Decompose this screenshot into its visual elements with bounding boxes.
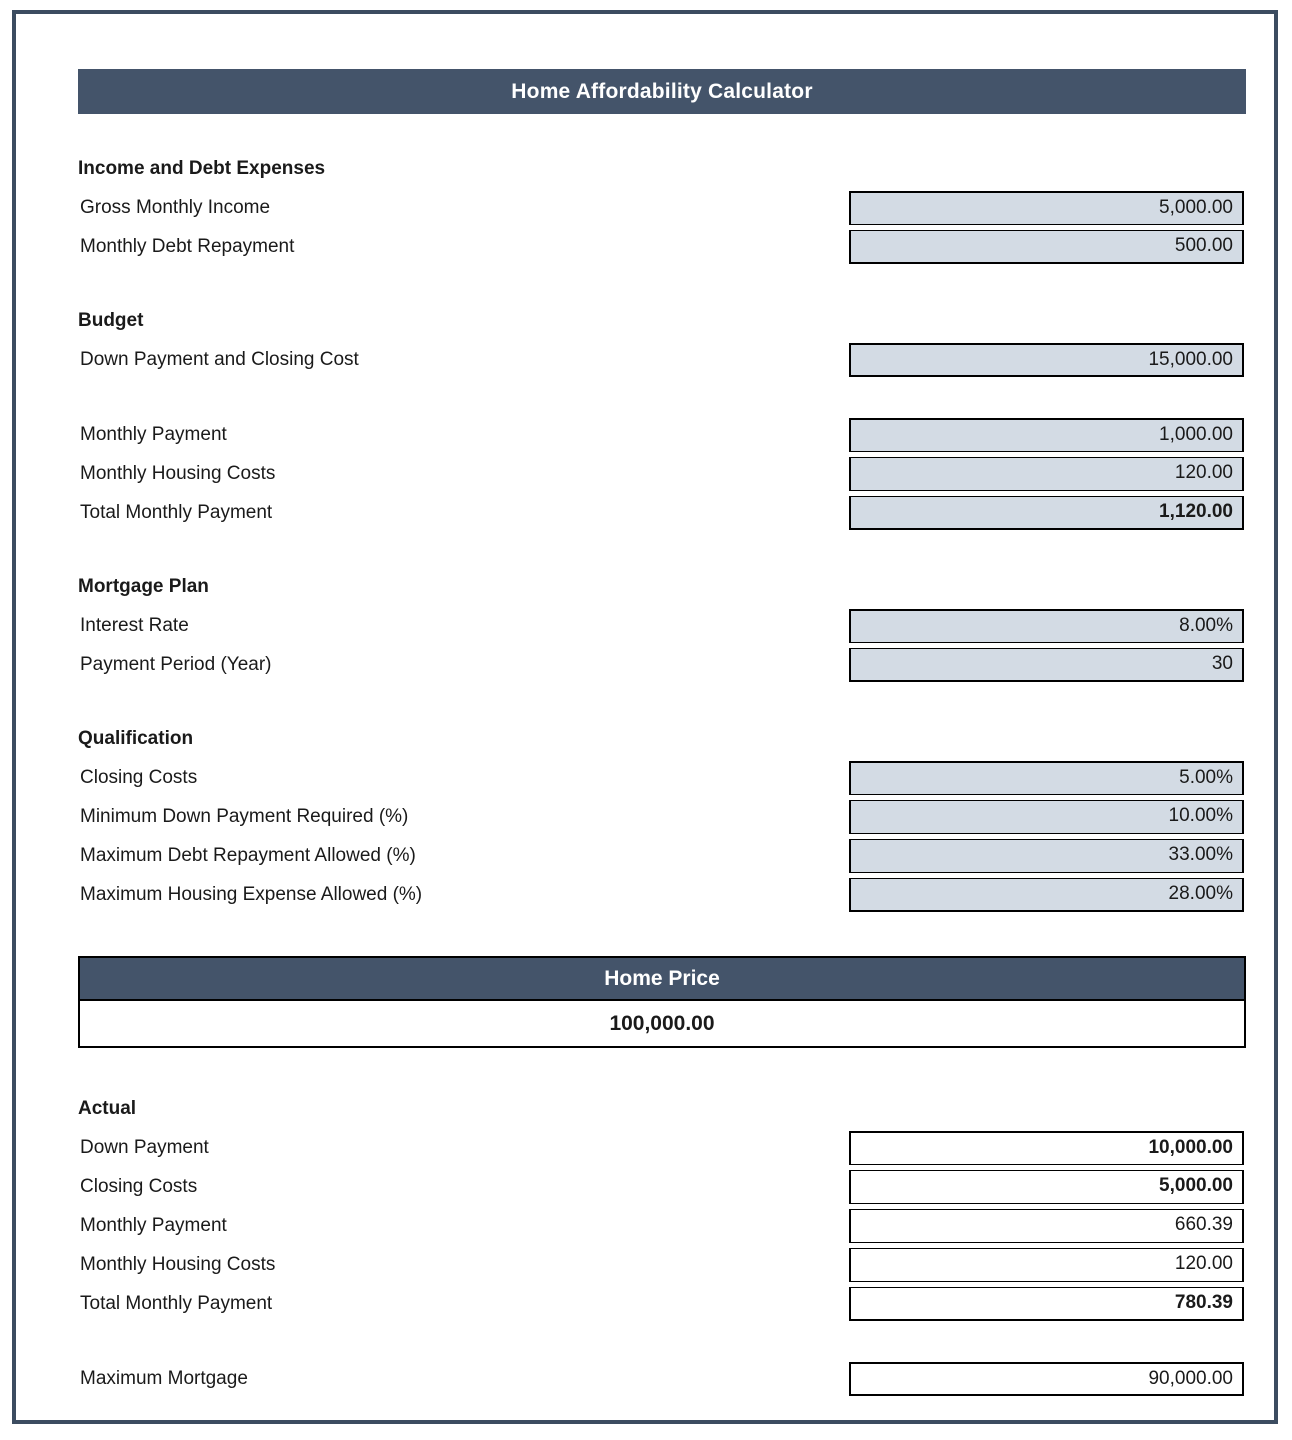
field-monthly-housing-costs-actual: 120.00 [849,1248,1244,1282]
field-total-monthly-payment-actual: 780.39 [849,1287,1244,1321]
page-frame: Home Affordability Calculator Income and… [12,10,1278,1424]
field-closing-costs-actual: 5,000.00 [849,1170,1244,1204]
label-minimum-down-payment-required: Minimum Down Payment Required (%) [80,806,409,827]
row-monthly-payment-budget: Monthly Payment 1,000.00 [78,415,1246,454]
section-qualification: Qualification Closing Costs 5.00% Minimu… [78,720,1246,914]
field-down-payment-actual: 10,000.00 [849,1131,1244,1165]
field-monthly-housing-costs-budget[interactable]: 120.00 [849,457,1244,491]
row-closing-costs-actual: Closing Costs 5,000.00 [78,1167,1246,1206]
field-monthly-payment-budget[interactable]: 1,000.00 [849,418,1244,452]
label-payment-period: Payment Period (Year) [80,654,272,675]
label-monthly-payment-actual: Monthly Payment [80,1215,227,1236]
row-interest-rate: Interest Rate 8.00% [78,606,1246,645]
section-heading-mortgage-plan: Mortgage Plan [78,576,209,597]
row-monthly-housing-costs-budget: Monthly Housing Costs 120.00 [78,454,1246,493]
label-monthly-housing-costs-actual: Monthly Housing Costs [80,1254,276,1275]
label-gross-monthly-income: Gross Monthly Income [80,197,271,218]
label-total-monthly-payment-budget: Total Monthly Payment [80,502,273,523]
label-down-payment-actual: Down Payment [80,1137,209,1158]
row-monthly-debt-repayment: Monthly Debt Repayment 500.00 [78,227,1246,266]
home-price-heading: Home Price [80,958,1244,1001]
label-maximum-housing-expense-allowed: Maximum Housing Expense Allowed (%) [80,884,423,905]
row-maximum-mortgage: Maximum Mortgage 90,000.00 [78,1359,1246,1398]
label-closing-costs-actual: Closing Costs [80,1176,198,1197]
field-total-monthly-payment-budget: 1,120.00 [849,496,1244,530]
field-interest-rate[interactable]: 8.00% [849,609,1244,643]
label-closing-costs-qualification: Closing Costs [80,767,198,788]
home-price-value: 100,000.00 [80,1001,1244,1046]
section-heading-qualification: Qualification [78,728,194,749]
label-interest-rate: Interest Rate [80,615,189,636]
section-actual: Actual Down Payment 10,000.00 Closing Co… [78,1090,1246,1398]
field-monthly-payment-actual: 660.39 [849,1209,1244,1243]
row-minimum-down-payment-required: Minimum Down Payment Required (%) 10.00% [78,797,1246,836]
section-heading-budget: Budget [78,310,144,331]
label-maximum-mortgage: Maximum Mortgage [80,1368,248,1389]
field-maximum-debt-repayment-allowed[interactable]: 33.00% [849,839,1244,873]
row-down-payment-actual: Down Payment 10,000.00 [78,1128,1246,1167]
label-monthly-payment-budget: Monthly Payment [80,424,227,445]
field-maximum-mortgage: 90,000.00 [849,1362,1244,1396]
field-down-payment-and-closing-cost[interactable]: 15,000.00 [849,343,1244,377]
label-monthly-debt-repayment: Monthly Debt Repayment [80,236,295,257]
field-payment-period[interactable]: 30 [849,648,1244,682]
row-total-monthly-payment-budget: Total Monthly Payment 1,120.00 [78,493,1246,532]
field-minimum-down-payment-required[interactable]: 10.00% [849,800,1244,834]
row-down-payment-and-closing-cost: Down Payment and Closing Cost 15,000.00 [78,340,1246,379]
section-heading-income-and-debt: Income and Debt Expenses [78,158,326,179]
field-monthly-debt-repayment[interactable]: 500.00 [849,230,1244,264]
section-income-and-debt: Income and Debt Expenses Gross Monthly I… [78,150,1246,266]
label-maximum-debt-repayment-allowed: Maximum Debt Repayment Allowed (%) [80,845,416,866]
field-closing-costs-qualification[interactable]: 5.00% [849,761,1244,795]
label-monthly-housing-costs-budget: Monthly Housing Costs [80,463,276,484]
row-gross-monthly-income: Gross Monthly Income 5,000.00 [78,188,1246,227]
field-maximum-housing-expense-allowed[interactable]: 28.00% [849,878,1244,912]
row-monthly-housing-costs-actual: Monthly Housing Costs 120.00 [78,1245,1246,1284]
row-maximum-debt-repayment-allowed: Maximum Debt Repayment Allowed (%) 33.00… [78,836,1246,875]
row-total-monthly-payment-actual: Total Monthly Payment 780.39 [78,1284,1246,1323]
label-total-monthly-payment-actual: Total Monthly Payment [80,1293,273,1314]
row-payment-period: Payment Period (Year) 30 [78,645,1246,684]
row-maximum-housing-expense-allowed: Maximum Housing Expense Allowed (%) 28.0… [78,875,1246,914]
section-heading-actual: Actual [78,1098,137,1119]
row-monthly-payment-actual: Monthly Payment 660.39 [78,1206,1246,1245]
page-title: Home Affordability Calculator [78,69,1246,114]
row-closing-costs-qualification: Closing Costs 5.00% [78,758,1246,797]
home-price-block: Home Price 100,000.00 [78,956,1246,1048]
label-down-payment-and-closing-cost: Down Payment and Closing Cost [80,349,359,370]
worksheet: Home Affordability Calculator Income and… [78,69,1246,1398]
section-mortgage-plan: Mortgage Plan Interest Rate 8.00% Paymen… [78,568,1246,684]
section-budget: Budget Down Payment and Closing Cost 15,… [78,302,1246,532]
field-gross-monthly-income[interactable]: 5,000.00 [849,191,1244,225]
